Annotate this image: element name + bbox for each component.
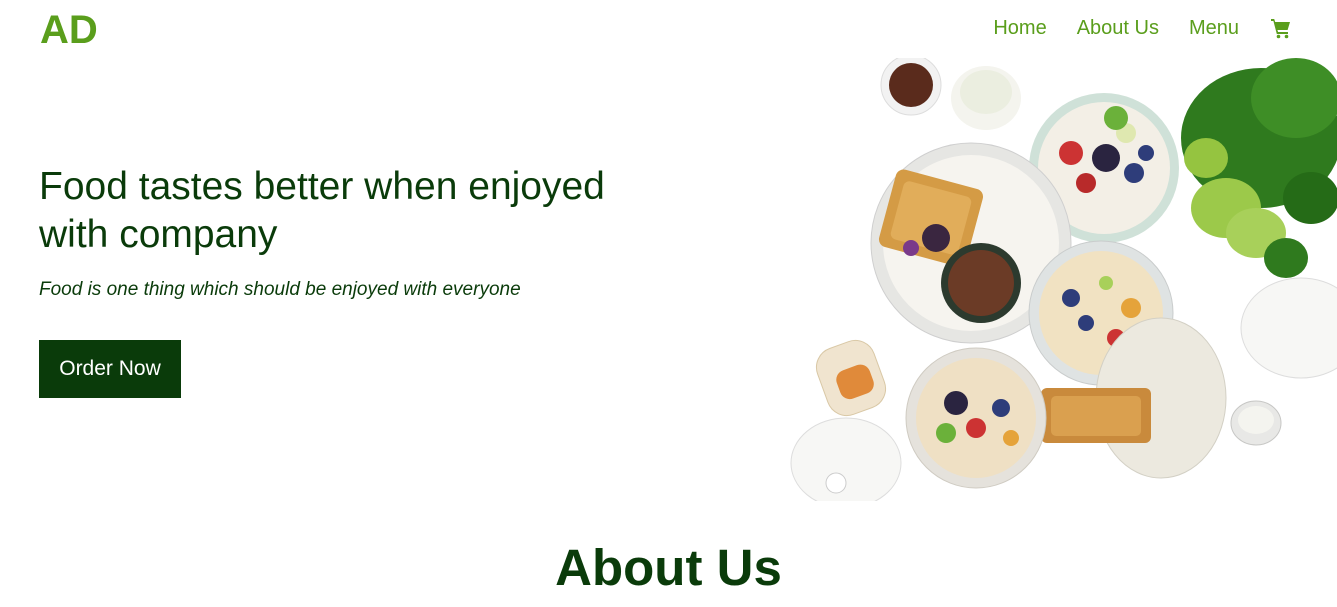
hero-title: Food tastes better when enjoyed with com… [39, 165, 605, 256]
top-nav: Home About Us Menu [963, 16, 1293, 40]
nav-link-about-us[interactable]: About Us [1077, 17, 1159, 40]
brand-logo[interactable]: AD [40, 8, 98, 53]
order-now-button[interactable]: Order Now [39, 340, 181, 398]
shopping-cart-icon[interactable] [1269, 16, 1293, 40]
greenery-decoration [1181, 58, 1337, 278]
about-us-heading: About Us [555, 539, 782, 596]
page: AD Home About Us Menu Food tastes better… [0, 0, 1337, 607]
food-spread-image [786, 58, 1337, 501]
nav-link-menu[interactable]: Menu [1189, 17, 1239, 40]
nav-link-home[interactable]: Home [993, 17, 1046, 40]
hero-subtitle: Food is one thing which should be enjoye… [39, 279, 521, 300]
